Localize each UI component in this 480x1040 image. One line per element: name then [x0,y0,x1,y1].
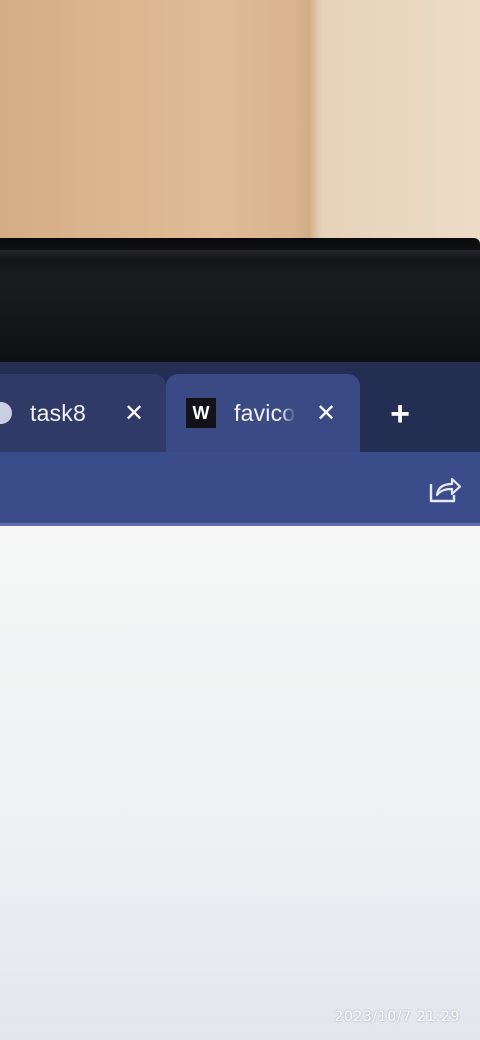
wall-corner [296,0,322,262]
tab-label: task8 [30,399,86,426]
new-tab-button[interactable]: + [382,396,418,432]
tab-label: favico [234,399,296,426]
close-icon[interactable]: ✕ [314,399,338,428]
globe-icon [0,402,12,424]
tab-task8[interactable]: task8 ✕ [0,374,166,452]
photo-timestamp: 2023/10/7 21:29 [334,1009,460,1025]
tab-favico[interactable]: W favico ✕ [166,374,360,452]
bezel-highlight [0,250,480,260]
share-icon[interactable] [428,474,462,504]
tab-strip: task8 ✕ W favico ✕ + [0,362,480,458]
browser-toolbar [0,452,480,526]
browser-window: task8 ✕ W favico ✕ + [0,362,480,1040]
page-content [0,526,480,1040]
w-favicon-icon: W [186,398,216,428]
close-icon[interactable]: ✕ [122,399,146,428]
wall-background [0,0,480,262]
